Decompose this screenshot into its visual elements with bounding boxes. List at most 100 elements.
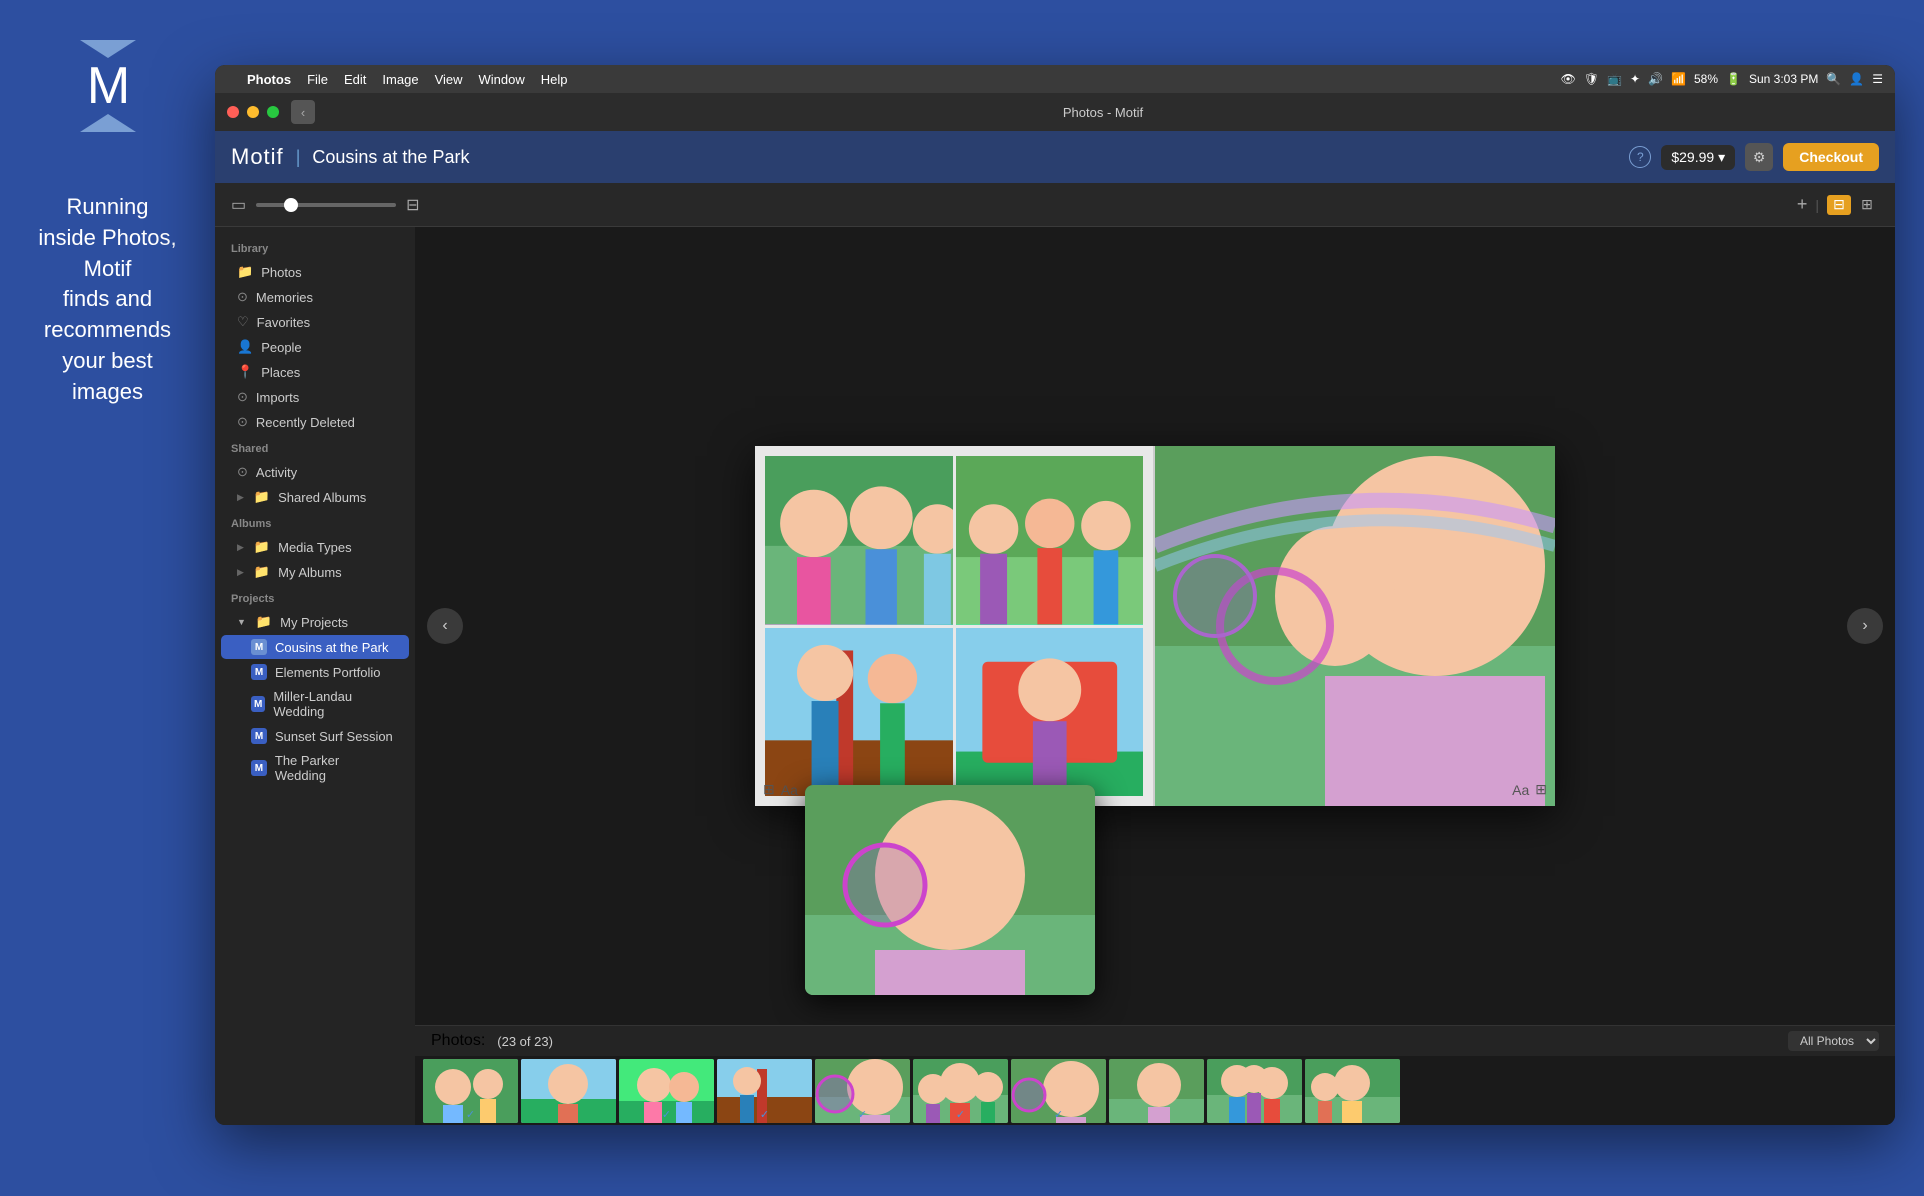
sidebar-item-my-projects[interactable]: ▼ 📁 My Projects bbox=[221, 610, 409, 634]
checkout-button[interactable]: Checkout bbox=[1783, 143, 1879, 171]
sidebar-item-miller-landau[interactable]: M Miller-Landau Wedding bbox=[221, 685, 409, 723]
memories-icon: ⊙ bbox=[237, 289, 248, 305]
wifi-icon: 📶 bbox=[1671, 72, 1686, 86]
thumb-8[interactable] bbox=[1109, 1059, 1204, 1123]
all-photos-dropdown[interactable]: All Photos bbox=[1788, 1031, 1879, 1051]
toolbar-motif-label: Motif bbox=[231, 144, 284, 170]
motif-badge-miller: M bbox=[251, 696, 265, 712]
book-page-right: Aa ⊞ bbox=[1155, 446, 1555, 806]
sidebar-item-shared-albums[interactable]: ▶ 📁 Shared Albums bbox=[221, 485, 409, 509]
sidebar-item-favorites[interactable]: ♡ Favorites bbox=[221, 310, 409, 334]
right-layout-tool-icon[interactable]: ⊞ bbox=[1535, 781, 1547, 798]
close-button[interactable] bbox=[227, 106, 239, 118]
left-page-toolbar: ⊞ Aa bbox=[763, 781, 798, 798]
thumb-6[interactable]: ✓ bbox=[913, 1059, 1008, 1123]
sidebar-item-places[interactable]: 📍 Places bbox=[221, 360, 409, 384]
thumb-2[interactable] bbox=[521, 1059, 616, 1123]
single-page-icon[interactable]: ▭ bbox=[231, 195, 246, 215]
menu-item-window[interactable]: Window bbox=[479, 72, 525, 87]
zoom-slider[interactable] bbox=[256, 203, 396, 207]
photo-cell-4[interactable] bbox=[956, 628, 1144, 797]
divider-bar: | bbox=[1815, 197, 1819, 213]
motif-badge-sunset: M bbox=[251, 728, 267, 744]
gear-icon: ⚙ bbox=[1753, 149, 1766, 166]
price-button[interactable]: $29.99 ▾ bbox=[1661, 145, 1735, 170]
layout-tool-icon[interactable]: ⊞ bbox=[763, 781, 775, 798]
thumb-7[interactable]: ✓ bbox=[1011, 1059, 1106, 1123]
text-tool-icon[interactable]: Aa bbox=[781, 782, 798, 798]
photo-cell-3[interactable] bbox=[765, 628, 953, 797]
sidebar-item-elements-portfolio[interactable]: M Elements Portfolio bbox=[221, 660, 409, 684]
tagline: Running inside Photos, Motif finds and r… bbox=[18, 192, 196, 408]
layout-bar: ▭ ⊟ + | ⊟ ⊞ bbox=[215, 183, 1895, 227]
sidebar-item-memories[interactable]: ⊙ Memories bbox=[221, 285, 409, 309]
book-spread: ⊞ Aa bbox=[755, 446, 1555, 806]
thumb-10[interactable] bbox=[1305, 1059, 1400, 1123]
help-button[interactable]: ? bbox=[1629, 146, 1651, 168]
minimize-button[interactable] bbox=[247, 106, 259, 118]
menu-item-view[interactable]: View bbox=[435, 72, 463, 87]
double-page-icon[interactable]: ⊟ bbox=[406, 195, 419, 215]
layout-bar-right: + | ⊟ ⊞ bbox=[1797, 194, 1879, 215]
volume-icon: 🔊 bbox=[1648, 72, 1663, 86]
thumb-3[interactable]: ✓ bbox=[619, 1059, 714, 1123]
sidebar-item-media-types[interactable]: ▶ 📁 Media Types bbox=[221, 535, 409, 559]
bluetooth-icon: ✦ bbox=[1630, 72, 1640, 86]
thumb-5[interactable]: ✓ bbox=[815, 1059, 910, 1123]
window-title: Photos - Motif bbox=[323, 105, 1883, 120]
zoom-thumb[interactable] bbox=[284, 198, 298, 212]
expand-icon-media: ▶ bbox=[237, 542, 244, 553]
settings-button[interactable]: ⚙ bbox=[1745, 143, 1773, 171]
sidebar-item-cousins-park[interactable]: M Cousins at the Park bbox=[221, 635, 409, 659]
expand-icon: ▶ bbox=[237, 492, 244, 503]
places-icon: 📍 bbox=[237, 364, 253, 380]
app-toolbar: Motif | Cousins at the Park ? $29.99 ▾ ⚙… bbox=[215, 131, 1895, 183]
thumb-4[interactable]: ✓ bbox=[717, 1059, 812, 1123]
user-icon[interactable]: 👤 bbox=[1849, 72, 1864, 86]
menu-item-edit[interactable]: Edit bbox=[344, 72, 366, 87]
sidebar-item-people[interactable]: 👤 People bbox=[221, 335, 409, 359]
view-single-button[interactable]: ⊟ bbox=[1827, 195, 1851, 215]
sidebar-item-activity[interactable]: ⊙ Activity bbox=[221, 460, 409, 484]
photo-cell-1[interactable] bbox=[765, 456, 953, 625]
sidebar-item-photos[interactable]: 📁 Photos bbox=[221, 260, 409, 284]
thumb-9[interactable] bbox=[1207, 1059, 1302, 1123]
sidebar-item-my-albums[interactable]: ▶ 📁 My Albums bbox=[221, 560, 409, 584]
check-4: ✓ bbox=[760, 1108, 769, 1121]
screen-share-icon: 👁 bbox=[1561, 72, 1576, 86]
my-albums-icon: 📁 bbox=[254, 564, 270, 580]
sidebar-item-parker-wedding[interactable]: M The Parker Wedding bbox=[221, 749, 409, 787]
shared-section-header: Shared bbox=[215, 435, 415, 459]
nav-prev-button[interactable]: ‹ bbox=[427, 608, 463, 644]
my-projects-icon: 📁 bbox=[256, 614, 272, 630]
thumbnails-row: ✓ bbox=[415, 1056, 1895, 1125]
sidebar-item-sunset-surf[interactable]: M Sunset Surf Session bbox=[221, 724, 409, 748]
maximize-button[interactable] bbox=[267, 106, 279, 118]
menu-bar-right: 👁 🛡 📺 ✦ 🔊 📶 58% 🔋 Sun 3:03 PM 🔍 👤 ☰ bbox=[1561, 72, 1883, 86]
menu-item-help[interactable]: Help bbox=[541, 72, 568, 87]
right-text-tool-icon[interactable]: Aa bbox=[1512, 782, 1529, 798]
menu-item-photos[interactable]: Photos bbox=[247, 72, 291, 87]
sidebar-item-imports[interactable]: ⊙ Imports bbox=[221, 385, 409, 409]
sidebar-item-recently-deleted[interactable]: ⊙ Recently Deleted bbox=[221, 410, 409, 434]
add-layout-button[interactable]: + bbox=[1797, 194, 1808, 215]
view-grid-button[interactable]: ⊞ bbox=[1855, 195, 1879, 215]
back-button[interactable]: ‹ bbox=[291, 100, 315, 124]
photos-icon: 📁 bbox=[237, 264, 253, 280]
photos-label: Photos: bbox=[431, 1032, 485, 1050]
menu-item-file[interactable]: File bbox=[307, 72, 328, 87]
book-editor: ‹ › bbox=[415, 227, 1895, 1025]
photo-cell-2[interactable] bbox=[956, 456, 1144, 625]
motif-logo: M bbox=[80, 40, 136, 132]
list-icon[interactable]: ☰ bbox=[1872, 72, 1883, 86]
battery-percentage: 58% bbox=[1694, 72, 1718, 86]
shared-albums-icon: 📁 bbox=[254, 489, 270, 505]
thumb-1[interactable]: ✓ bbox=[423, 1059, 518, 1123]
check-1: ✓ bbox=[466, 1108, 475, 1121]
library-section-header: Library bbox=[215, 235, 415, 259]
check-7: ✓ bbox=[1054, 1108, 1063, 1121]
photos-strip: Photos: (23 of 23) All Photos bbox=[415, 1025, 1895, 1125]
menu-item-image[interactable]: Image bbox=[382, 72, 418, 87]
search-icon[interactable]: 🔍 bbox=[1826, 72, 1841, 86]
nav-next-button[interactable]: › bbox=[1847, 608, 1883, 644]
